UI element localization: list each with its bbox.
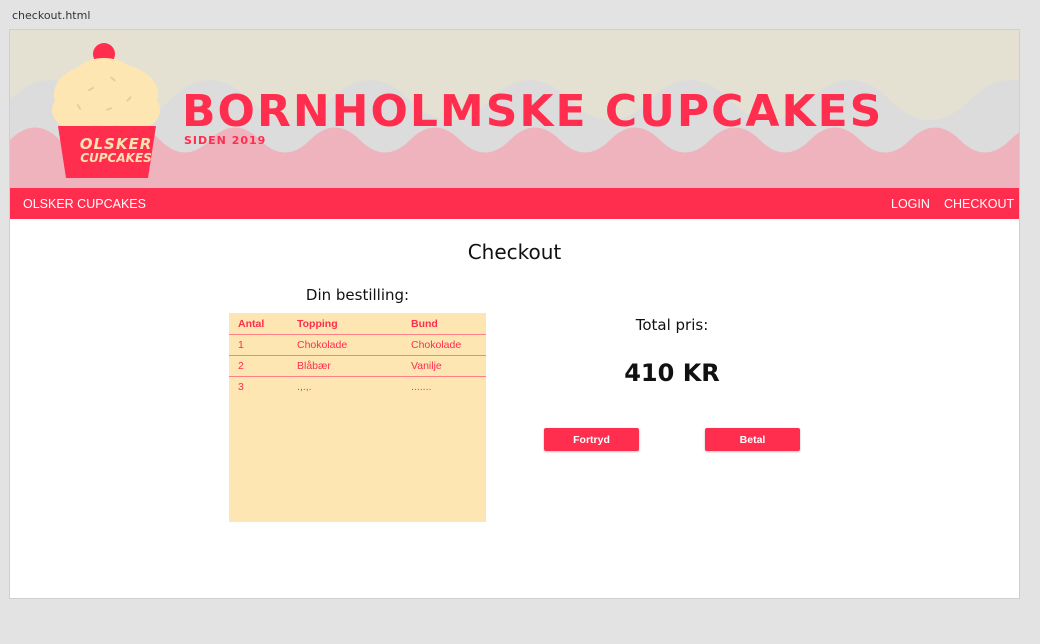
nav-brand-link[interactable]: OLSKER CUPCAKES <box>23 197 146 211</box>
pay-button[interactable]: Betal <box>705 428 800 451</box>
total-price-value: 410 KR <box>624 359 720 387</box>
cupcake-logo-icon <box>52 43 160 178</box>
file-tab-label: checkout.html <box>12 9 91 22</box>
table-row: 3 .,.,. ....... <box>229 377 486 398</box>
cell-topping: Chokolade <box>288 334 402 356</box>
site-title: BORNHOLMSKE CUPCAKES <box>182 86 884 137</box>
nav-checkout-link[interactable]: CHECKOUT <box>944 197 1014 211</box>
order-table-header-row: Antal Topping Bund <box>229 313 486 335</box>
site-header: OLSKER CUPCAKES BORNHOLMSKE CUPCAKES SID… <box>10 30 1019 188</box>
column-header-antal: Antal <box>229 313 288 335</box>
cell-antal: 1 <box>229 334 288 356</box>
cancel-button[interactable]: Fortryd <box>544 428 639 451</box>
page-title: Checkout <box>467 240 562 264</box>
cell-bund: Chokolade <box>402 334 486 356</box>
cell-bund: Vanilje <box>402 355 486 377</box>
order-heading: Din bestilling: <box>305 286 410 304</box>
total-price-label: Total pris: <box>635 316 709 334</box>
order-table: Antal Topping Bund 1 Chokolade Chokolade… <box>229 313 486 522</box>
table-row: 1 Chokolade Chokolade <box>229 334 486 356</box>
cell-bund: ....... <box>411 381 432 393</box>
cell-antal: 2 <box>229 355 288 377</box>
nav-login-link[interactable]: LOGIN <box>891 197 930 211</box>
cell-topping: .,.,. <box>297 381 312 393</box>
cell-topping: Blåbær <box>288 355 402 377</box>
browser-viewport: OLSKER CUPCAKES BORNHOLMSKE CUPCAKES SID… <box>9 29 1020 599</box>
logo-text-cupcakes: CUPCAKES <box>80 151 152 165</box>
cell-antal: 3 <box>238 381 244 393</box>
column-header-bund: Bund <box>402 313 486 335</box>
site-subtitle: SIDEN 2019 <box>184 134 267 147</box>
column-header-topping: Topping <box>288 313 402 335</box>
table-row: 2 Blåbær Vanilje <box>229 355 486 377</box>
navbar: OLSKER CUPCAKES LOGIN CHECKOUT <box>10 188 1019 219</box>
